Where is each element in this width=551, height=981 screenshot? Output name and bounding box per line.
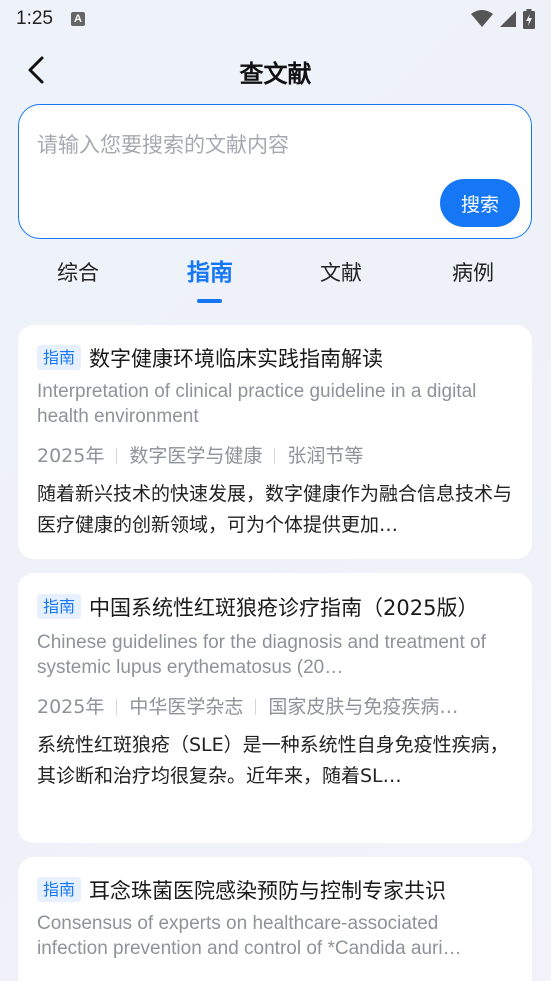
article-tag: 指南 — [37, 877, 82, 902]
tab-comprehensive[interactable]: 综合 — [33, 254, 123, 292]
tab-literature[interactable]: 文献 — [296, 254, 386, 292]
tab-cases[interactable]: 病例 — [428, 254, 518, 292]
status-bar: 1:25 A — [0, 0, 551, 38]
tab-bar: 综合 指南 文献 病例 — [0, 254, 551, 306]
status-icons — [471, 9, 535, 29]
article-title: 耳念珠菌医院感染预防与控制专家共识 — [89, 879, 447, 903]
article-english-title: Consensus of experts on healthcare-assoc… — [37, 913, 462, 959]
status-time: 1:25 — [16, 8, 53, 29]
article-abstract: 系统性红斑狼疮（SLE）是一种系统性自身免疫性疾病，其诊断和治疗均很复杂。近年来… — [37, 734, 509, 787]
article-authors: 张润节等 — [287, 445, 364, 467]
article-tag: 指南 — [37, 594, 82, 619]
active-tab-indicator — [197, 299, 222, 303]
meta-divider — [274, 448, 276, 464]
battery-icon — [523, 9, 535, 29]
article-title: 数字健康环境临床实践指南解读 — [89, 347, 384, 371]
article-title-row: 指南 中国系统性红斑狼疮诊疗指南（2025版） — [37, 591, 512, 626]
article-year: 2025年 — [37, 445, 105, 467]
wifi-icon — [471, 10, 493, 27]
article-english-title: Chinese guidelines for the diagnosis and… — [37, 632, 486, 678]
tab-guidelines[interactable]: 指南 — [165, 254, 255, 292]
notification-a-icon: A — [70, 12, 85, 26]
article-english-title: Interpretation of clinical practice guid… — [37, 381, 477, 427]
article-year: 2025年 — [37, 696, 105, 718]
search-input[interactable] — [37, 125, 507, 165]
meta-divider — [255, 699, 257, 715]
article-authors: 国家皮肤与免疫疾病… — [268, 696, 459, 718]
article-meta: 2025年 中华医学杂志 国家皮肤与免疫疾病… — [37, 694, 512, 720]
article-tag: 指南 — [37, 345, 82, 370]
cellular-signal-icon — [500, 11, 516, 27]
meta-divider — [116, 699, 118, 715]
search-button[interactable]: 搜索 — [440, 179, 520, 227]
article-title: 中国系统性红斑狼疮诊疗指南（2025版） — [89, 596, 479, 620]
article-card[interactable]: 指南 数字健康环境临床实践指南解读 Interpretation of clini… — [18, 325, 532, 559]
article-abstract: 随着新兴技术的快速发展，数字健康作为融合信息技术与医疗健康的创新领域，可为个体提… — [37, 483, 512, 536]
article-journal: 中华医学杂志 — [129, 696, 244, 718]
meta-divider — [116, 448, 118, 464]
article-title-row: 指南 耳念珠菌医院感染预防与控制专家共识 — [37, 875, 512, 907]
article-title-row: 指南 数字健康环境临床实践指南解读 — [37, 343, 512, 375]
article-card[interactable]: 指南 耳念珠菌医院感染预防与控制专家共识 Consensus of experts… — [18, 857, 532, 981]
article-journal: 数字医学与健康 — [129, 445, 263, 467]
article-card[interactable]: 指南 中国系统性红斑狼疮诊疗指南（2025版） Chinese guideline… — [18, 573, 532, 843]
page-title: 查文献 — [239, 60, 312, 88]
search-box: 搜索 — [18, 104, 532, 239]
header: 查文献 — [0, 44, 551, 98]
article-meta: 2025年 数字医学与健康 张润节等 — [37, 443, 512, 469]
